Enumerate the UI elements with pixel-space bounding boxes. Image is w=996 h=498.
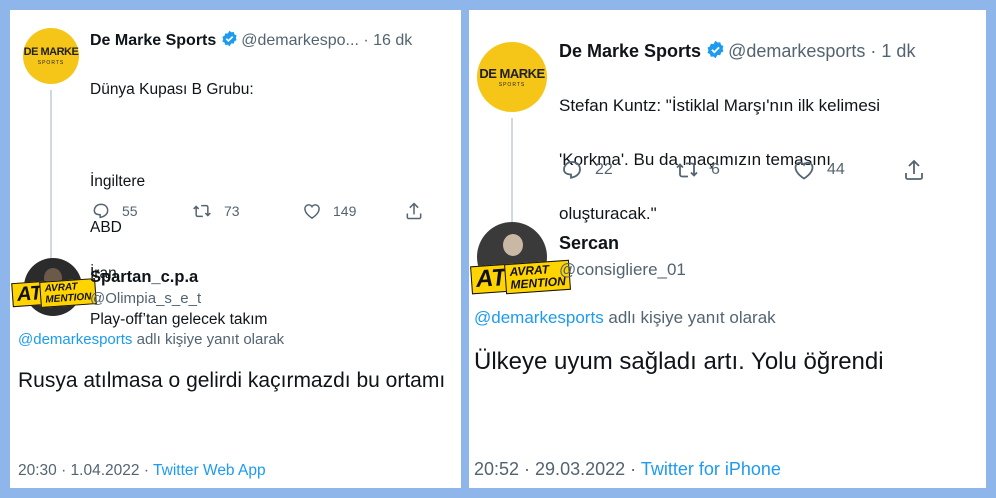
author-name-row[interactable]: De Marke Sports @demarkesports · 1 dk: [559, 40, 915, 62]
demarke-logo-avatar[interactable]: DE MARKE SPORTS: [477, 42, 547, 112]
tweet-line: İngiltere: [90, 173, 146, 190]
retweet-count: 73: [224, 203, 240, 219]
heart-icon: [304, 204, 320, 219]
tweet-line: Play-off’tan gelecek takım: [90, 311, 268, 328]
replying-to-link[interactable]: @demarkesports: [18, 331, 132, 348]
share-icon: [905, 159, 923, 180]
author-handle[interactable]: @demarkespo...: [241, 32, 359, 49]
author-name[interactable]: De Marke Sports: [559, 41, 701, 61]
reply-author-handle[interactable]: @consigliere_01: [559, 260, 686, 280]
share-icon: [406, 202, 422, 220]
logo-subtext: SPORTS: [498, 81, 526, 88]
tweet-line: [90, 124, 267, 147]
tweet-line: Stefan Kuntz: "İstiklal Marşı'nın ilk ke…: [559, 96, 881, 115]
badge-bottom-text: MENTION: [45, 291, 92, 306]
like-action[interactable]: 44: [791, 158, 901, 182]
reply-icon: [563, 161, 581, 179]
reply-timestamp[interactable]: 20:52 · 29.03.2022 ·: [474, 459, 641, 479]
thread-line: [511, 118, 513, 222]
reply-author-name[interactable]: Spartan_c.p.a: [90, 268, 198, 287]
author-handle[interactable]: @demarkesports: [728, 41, 865, 61]
logo-text: DE MARKE: [479, 65, 545, 81]
tweet-line: oluşturacak.": [559, 204, 657, 223]
like-action[interactable]: 149: [301, 201, 403, 221]
thread-line: [50, 90, 52, 260]
logo-text: DE MARKE: [23, 45, 79, 58]
tweet-actions: 55 73 149: [90, 201, 435, 221]
avatar-badge-words: AVRAT MENTION: [39, 278, 97, 308]
reply-action[interactable]: 55: [90, 201, 190, 221]
like-count: 149: [333, 203, 357, 219]
verified-badge-icon: [222, 30, 237, 47]
like-count: 44: [827, 161, 845, 178]
retweet-action[interactable]: 6: [673, 158, 791, 182]
badge-prefix: AT: [475, 263, 508, 294]
meta-separator: ·: [870, 41, 877, 61]
reply-author-handle[interactable]: @Olimpia_s_e_t: [90, 290, 201, 307]
reply-author-name[interactable]: Sercan: [559, 233, 619, 254]
retweet-action[interactable]: 73: [190, 201, 301, 221]
share-action[interactable]: [403, 201, 435, 221]
tweet-actions: 22 6 44: [559, 158, 937, 182]
reply-footer: 20:52 · 29.03.2022 · Twitter for iPhone: [474, 459, 781, 480]
replying-to: @demarkesports adlı kişiye yanıt olarak: [474, 308, 776, 328]
heart-icon: [794, 161, 814, 180]
reply-text: Ülkeye uyum sağladı artı. Yolu öğrendi: [474, 348, 884, 375]
verified-badge-icon: [707, 40, 724, 59]
reply-text: Rusya atılmasa o gelirdi kaçırmazdı bu o…: [18, 369, 446, 392]
reply-timestamp[interactable]: 20:30 · 1.04.2022 ·: [18, 462, 153, 479]
tweet-time[interactable]: 16 dk: [373, 32, 412, 49]
demarke-logo-avatar[interactable]: DE MARKE SPORTS: [23, 28, 79, 84]
reply-icon: [93, 203, 109, 219]
tweet-time[interactable]: 1 dk: [881, 41, 915, 61]
reply-count: 55: [122, 203, 138, 219]
badge-bottom-text: MENTION: [509, 274, 567, 292]
left-screenshot-panel: DE MARKE SPORTS De Marke Sports @demarkes…: [10, 10, 461, 488]
reply-action[interactable]: 22: [559, 158, 673, 182]
author-name-row[interactable]: De Marke Sports @demarkespo... · 16 dk: [90, 30, 412, 50]
replying-to-link[interactable]: @demarkesports: [474, 308, 604, 327]
share-action[interactable]: [901, 158, 937, 182]
reply-source-app[interactable]: Twitter for iPhone: [641, 459, 781, 479]
retweet-count: 6: [711, 161, 720, 178]
retweet-icon: [193, 204, 211, 218]
logo-subtext: SPORTS: [37, 59, 65, 66]
reply-footer: 20:30 · 1.04.2022 · Twitter Web App: [18, 462, 266, 480]
avatar-head: [503, 234, 523, 256]
replying-to: @demarkesports adlı kişiye yanıt olarak: [18, 331, 284, 348]
reply-source-app[interactable]: Twitter Web App: [153, 462, 266, 479]
author-name[interactable]: De Marke Sports: [90, 32, 216, 49]
tweet-line: Dünya Kupası B Grubu:: [90, 81, 254, 98]
retweet-icon: [676, 162, 698, 178]
right-screenshot-panel: DE MARKE SPORTS De Marke Sports @demarkes…: [469, 10, 986, 488]
reply-count: 22: [595, 161, 613, 178]
replying-to-suffix: adlı kişiye yanıt olarak: [603, 308, 776, 327]
meta-separator: ·: [363, 32, 369, 49]
replying-to-suffix: adlı kişiye yanıt olarak: [132, 331, 285, 348]
